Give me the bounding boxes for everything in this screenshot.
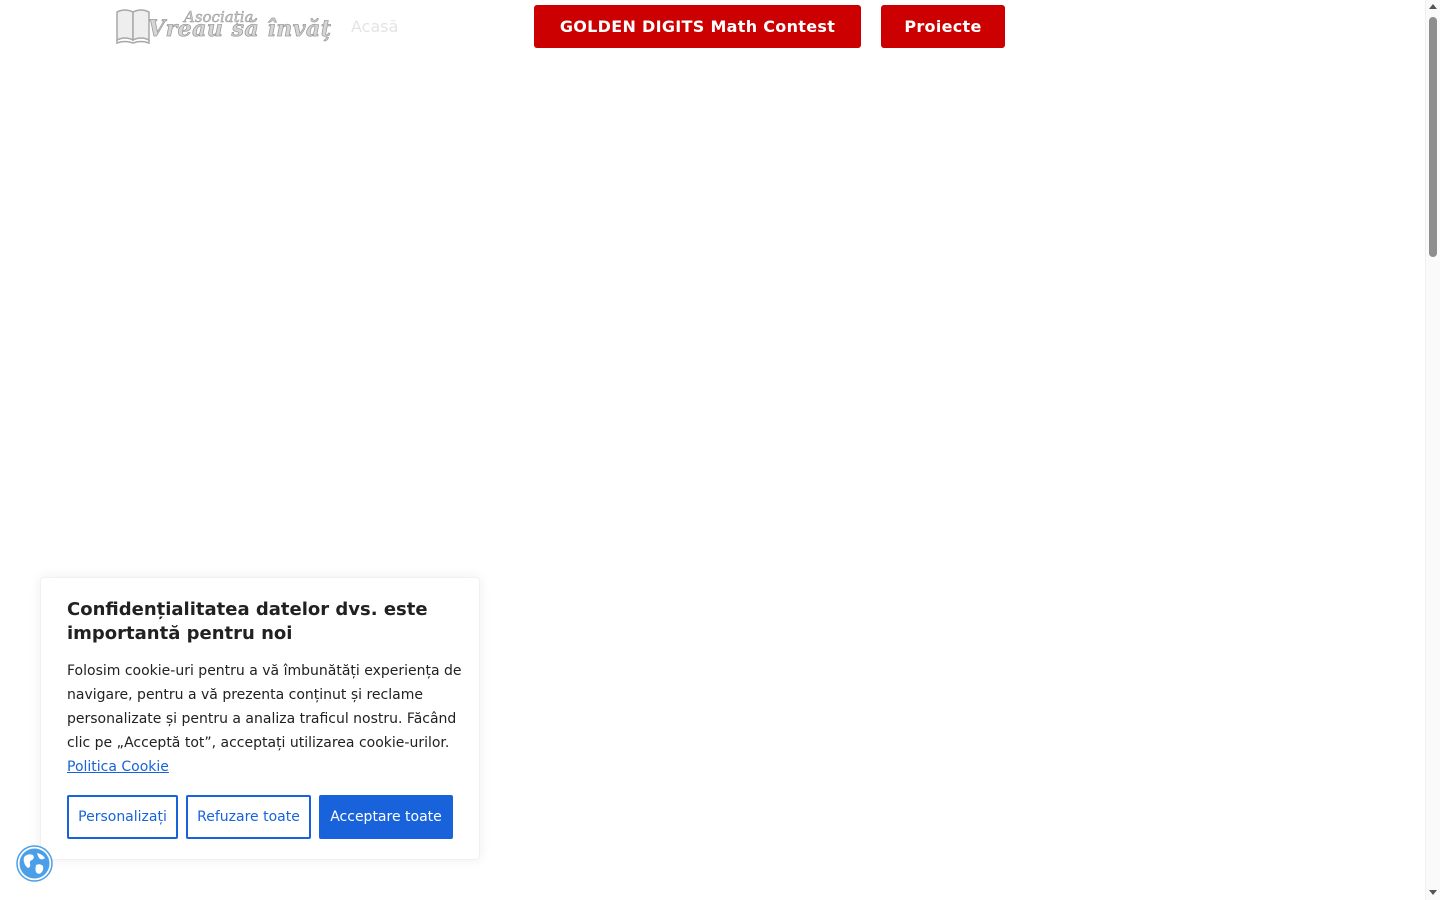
cookie-consent-banner: Confidențialitatea datelor dvs. este imp… — [40, 577, 480, 860]
site-logo[interactable]: Asociația Vreau să învăț — [114, 4, 331, 48]
vertical-scrollbar[interactable] — [1425, 0, 1440, 900]
scrollbar-thumb[interactable] — [1429, 17, 1437, 257]
nav-link-home[interactable]: Acasă — [351, 17, 398, 36]
scroll-up-arrow-icon[interactable] — [1429, 4, 1437, 9]
golden-digits-contest-button[interactable]: GOLDEN DIGITS Math Contest — [534, 5, 861, 48]
globe-icon — [16, 845, 53, 882]
customize-cookies-button[interactable]: Personalizați — [67, 795, 178, 839]
cookie-policy-link[interactable]: Politica Cookie — [67, 759, 169, 775]
cookie-banner-title: Confidențialitatea datelor dvs. este imp… — [67, 599, 428, 644]
projects-button[interactable]: Proiecte — [881, 5, 1005, 48]
page: Asociația Vreau să învăț Acasă GOLDEN DI… — [0, 0, 1440, 900]
revisit-consent-button[interactable] — [16, 845, 53, 882]
logo-title: Vreau să învăț — [148, 16, 332, 43]
scroll-down-arrow-icon[interactable] — [1429, 890, 1437, 895]
accept-all-cookies-button[interactable]: Acceptare toate — [319, 795, 453, 839]
reject-all-cookies-button[interactable]: Refuzare toate — [186, 795, 311, 839]
cookie-banner-description: Folosim cookie-uri pentru a vă îmbunătăț… — [67, 659, 462, 779]
cookie-banner-body: Folosim cookie-uri pentru a vă îmbunătăț… — [67, 663, 462, 751]
site-header: Asociația Vreau să învăț Acasă GOLDEN DI… — [0, 0, 1425, 56]
